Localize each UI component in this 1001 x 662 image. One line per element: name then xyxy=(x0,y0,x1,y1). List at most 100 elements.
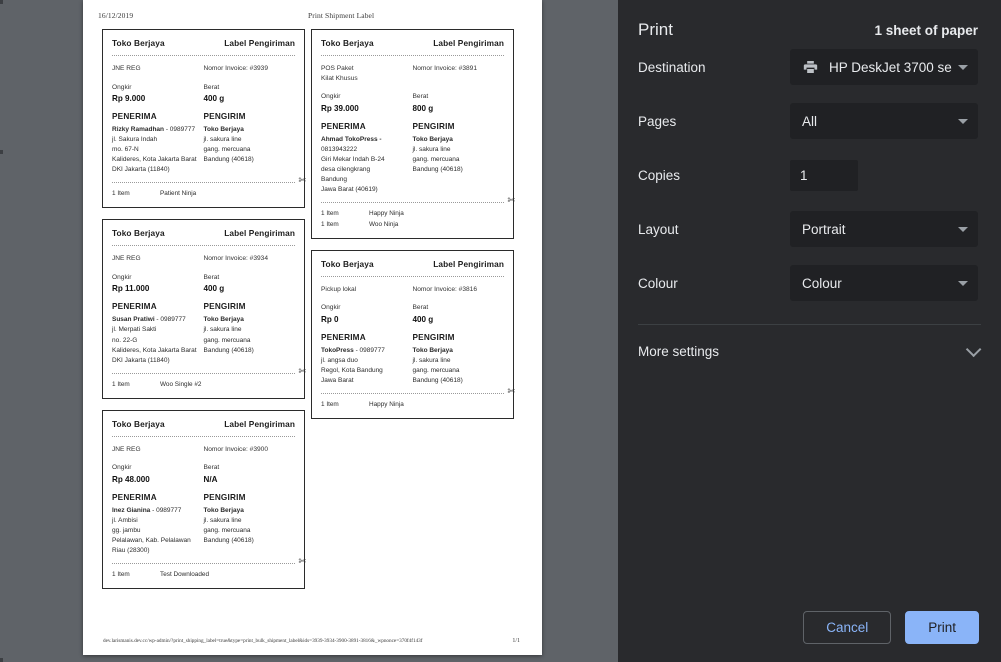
recipient-address-line: no. 22-G xyxy=(112,336,204,346)
item-qty: 1 Item xyxy=(112,189,160,200)
item-name: Test Downloaded xyxy=(160,570,209,581)
invoice-number: Nomor Invoice: #3939 xyxy=(204,64,296,74)
page-header-date: 16/12/2019 xyxy=(98,11,133,20)
label-column-left: Toko BerjayaLabel PengirimanJNE REGNomor… xyxy=(102,29,305,600)
invoice-number: Nomor Invoice: #3891 xyxy=(413,64,505,74)
store-name: Toko Berjaya xyxy=(112,38,165,48)
recipient-address-line: mo. 67-N xyxy=(112,145,204,155)
spacer xyxy=(321,113,504,122)
colour-value: Colour xyxy=(802,276,952,291)
pages-select[interactable]: All xyxy=(790,103,978,139)
recipient-heading: PENERIMA xyxy=(321,122,413,131)
invoice-number: Nomor Invoice: #3900 xyxy=(204,445,296,455)
destination-value: HP DeskJet 3700 serie xyxy=(829,60,952,75)
ongkir-label: Ongkir xyxy=(321,92,413,102)
more-settings-toggle[interactable]: More settings xyxy=(618,325,1001,377)
layout-select[interactable]: Portrait xyxy=(790,211,978,247)
sender-address: Toko Berjayajl. sakura linegang. mercuan… xyxy=(413,135,505,175)
item-qty: 1 Item xyxy=(112,380,160,391)
recipient-address-line: 0813943222 xyxy=(321,145,413,155)
spacer xyxy=(112,454,295,463)
courier-service: JNE REG xyxy=(112,254,204,264)
spacer xyxy=(321,83,504,92)
label-card-header: Toko BerjayaLabel Pengiriman xyxy=(321,259,504,269)
print-preview-area[interactable]: 16/12/2019 Print Shipment Label Toko Ber… xyxy=(0,0,618,662)
page-footer-url: dev.larismanis.dev.cc/wp-admin/?print_sh… xyxy=(103,638,422,644)
sender-address-line: jl. sakura line xyxy=(204,135,296,145)
label-item-row: 1 ItemHappy Ninja xyxy=(321,209,504,220)
layout-row: Layout Portrait xyxy=(618,202,1001,256)
print-dialog-header: Print 1 sheet of paper xyxy=(618,0,1001,40)
recipient-address: TokoPress - 0989777jl. angsa duoRegol, K… xyxy=(321,346,413,386)
recipient-name: Ahmad TokoPress - xyxy=(321,136,382,143)
sender-address: Toko Berjayajl. sakura linegang. mercuan… xyxy=(413,346,505,386)
label-card-header: Toko BerjayaLabel Pengiriman xyxy=(112,228,295,238)
recipient-address-line: Kalideres, Kota Jakarta Barat xyxy=(112,346,204,356)
scissors-icon: ✄ xyxy=(507,387,515,396)
dialog-actions: Cancel Print xyxy=(803,611,979,645)
recipient-address: Inez Gianina - 0989777jl. Ambisigg. jamb… xyxy=(112,506,204,556)
copies-input[interactable]: 1 xyxy=(790,160,858,191)
edge-artifact-bottom xyxy=(0,658,3,662)
destination-row: Destination HP DeskJet 3700 serie xyxy=(618,40,1001,94)
berat-label: Berat xyxy=(413,92,505,102)
label-item-row: 1 ItemTest Downloaded xyxy=(112,570,295,581)
divider-dotted xyxy=(321,55,504,56)
sender-heading: PENGIRIM xyxy=(413,122,505,131)
item-qty: 1 Item xyxy=(112,570,160,581)
courier-invoice-row: JNE REGNomor Invoice: #3939 xyxy=(112,64,295,74)
parties-row: PENERIMASusan Pratiwi - 0989777jl. Merpa… xyxy=(112,302,295,365)
divider-dotted xyxy=(112,55,295,56)
sender-address-line: Bandung (40618) xyxy=(204,536,296,546)
recipient-address-line: desa cilengkrang xyxy=(321,165,413,175)
printer-icon xyxy=(802,59,819,75)
recipient-address-line: Jawa Barat xyxy=(321,376,413,386)
ongkir-value: Rp 11.000 xyxy=(112,284,204,293)
colour-row: Colour Colour xyxy=(618,256,1001,310)
cost-weight-row: OngkirRp 48.000BeratN/A xyxy=(112,463,295,484)
sender-address: Toko Berjayajl. sakura linegang. mercuan… xyxy=(204,315,296,355)
berat-value: 400 g xyxy=(204,94,296,103)
courier-service: JNE REG xyxy=(112,445,204,455)
label-card-header: Toko BerjayaLabel Pengiriman xyxy=(321,38,504,48)
shipping-label-card: Toko BerjayaLabel PengirimanJNE REGNomor… xyxy=(102,29,305,208)
cancel-button[interactable]: Cancel xyxy=(803,611,891,645)
sender-address: Toko Berjayajl. sakura linegang. mercuan… xyxy=(204,125,296,165)
shipping-label-card: Toko BerjayaLabel PengirimanPOS PaketKil… xyxy=(311,29,514,239)
sender-name: Toko Berjaya xyxy=(413,346,505,356)
colour-select[interactable]: Colour xyxy=(790,265,978,301)
recipient-address-line: gg. jambu xyxy=(112,526,204,536)
more-settings-label: More settings xyxy=(638,344,719,359)
label-items: 1 ItemHappy Ninja xyxy=(321,400,504,411)
cut-line: ✄ xyxy=(112,373,295,374)
courier-service: POS Paket xyxy=(321,64,413,74)
invoice-number: Nomor Invoice: #3816 xyxy=(413,285,505,295)
preview-page-sheet: 16/12/2019 Print Shipment Label Toko Ber… xyxy=(83,0,542,655)
scissors-icon: ✄ xyxy=(507,196,515,205)
recipient-heading: PENERIMA xyxy=(112,493,204,502)
recipient-address-line: Giri Mekar Indah B-24 xyxy=(321,155,413,165)
store-name: Toko Berjaya xyxy=(321,259,374,269)
destination-label: Destination xyxy=(638,60,790,75)
spacer xyxy=(321,294,504,303)
sender-name: Toko Berjaya xyxy=(413,135,505,145)
label-items: 1 ItemPatient Ninja xyxy=(112,189,295,200)
destination-select[interactable]: HP DeskJet 3700 serie xyxy=(790,49,978,85)
sender-name: Toko Berjaya xyxy=(204,506,296,516)
label-item-row: 1 ItemHappy Ninja xyxy=(321,400,504,411)
courier-invoice-row: Pickup lokalNomor Invoice: #3816 xyxy=(321,285,504,295)
recipient-address-line: DKI Jakarta (11840) xyxy=(112,356,204,366)
berat-value: 400 g xyxy=(413,315,505,324)
berat-label: Berat xyxy=(413,303,505,313)
print-button[interactable]: Print xyxy=(905,611,979,645)
ongkir-label: Ongkir xyxy=(321,303,413,313)
recipient-address-line: Regol, Kota Bandung xyxy=(321,366,413,376)
copies-label: Copies xyxy=(638,168,790,183)
courier-invoice-row: JNE REGNomor Invoice: #3900 xyxy=(112,445,295,455)
colour-label: Colour xyxy=(638,276,790,291)
recipient-address-line: Pelalawan, Kab. Pelalawan xyxy=(112,536,204,546)
ongkir-value: Rp 0 xyxy=(321,315,413,324)
divider-dotted xyxy=(112,436,295,437)
shipping-label-card: Toko BerjayaLabel PengirimanJNE REGNomor… xyxy=(102,219,305,398)
item-name: Woo Single #2 xyxy=(160,380,201,391)
